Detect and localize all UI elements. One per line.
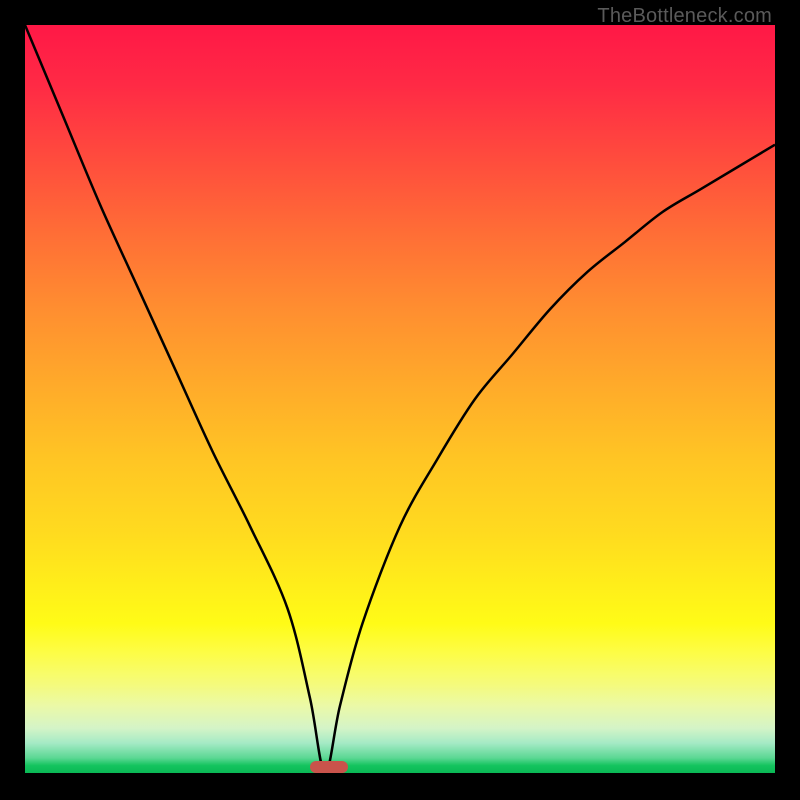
chart-frame: TheBottleneck.com: [0, 0, 800, 800]
bottleneck-curve: [25, 25, 775, 773]
curve-layer: [25, 25, 775, 773]
minimum-marker: [310, 761, 348, 773]
watermark-text: TheBottleneck.com: [597, 5, 772, 28]
